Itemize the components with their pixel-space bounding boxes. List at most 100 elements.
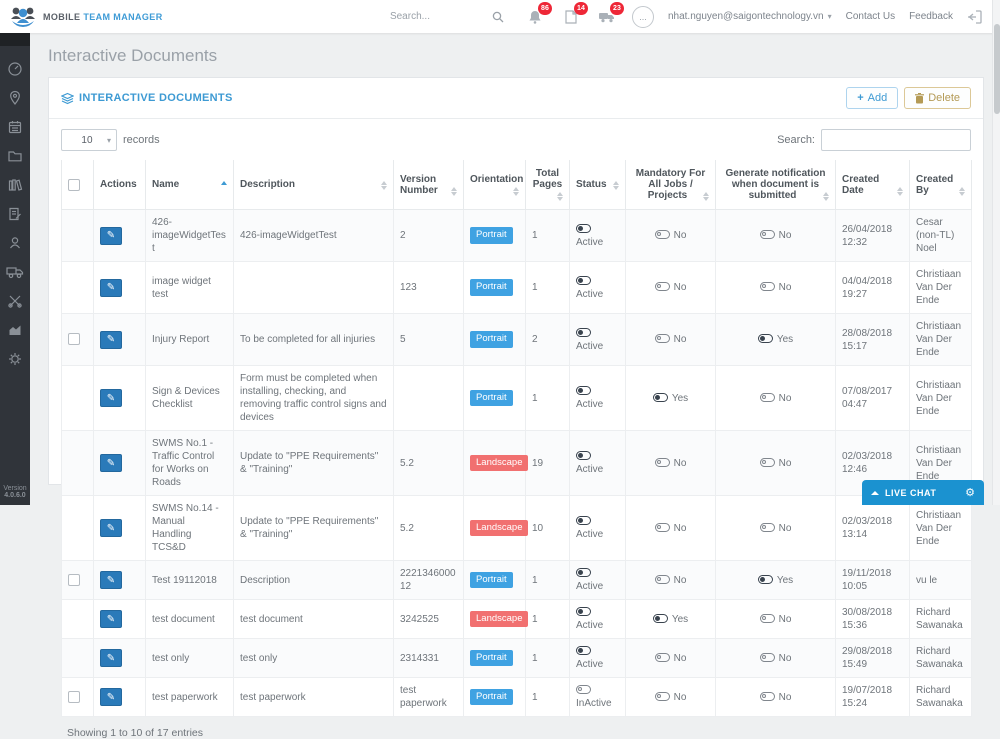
select-all-checkbox-header[interactable]: [62, 160, 94, 210]
column-header-actions[interactable]: Actions: [94, 160, 146, 210]
pages-cell: 2: [526, 314, 570, 366]
documents-notification-button[interactable]: 14: [560, 7, 582, 27]
chat-settings-gear-icon[interactable]: ⚙: [965, 486, 975, 499]
pages-cell: 1: [526, 561, 570, 600]
vertical-scrollbar[interactable]: [992, 0, 1000, 505]
column-header-created-by[interactable]: Created By: [910, 160, 972, 210]
edit-button[interactable]: ✎: [100, 227, 122, 245]
created-by-cell: vu le: [910, 561, 972, 600]
logout-icon[interactable]: [967, 10, 982, 24]
edit-button[interactable]: ✎: [100, 389, 122, 407]
column-header-total-pages[interactable]: Total Pages: [526, 160, 570, 210]
sort-asc-icon: [221, 181, 227, 185]
generate-cell: No: [716, 600, 836, 639]
orientation-cell: Portrait: [464, 678, 526, 717]
created-date-cell: 02/03/2018 13:14: [836, 496, 910, 561]
feedback-link[interactable]: Feedback: [909, 11, 953, 22]
version-cell: [394, 366, 464, 431]
documents-table: ActionsNameDescriptionVersion NumberOrie…: [61, 160, 972, 717]
edit-button[interactable]: ✎: [100, 688, 122, 706]
row-checkbox[interactable]: [68, 574, 80, 586]
mandatory-label: No: [674, 334, 687, 345]
sidebar-item-calendar[interactable]: [0, 112, 30, 141]
notifications-bell-button[interactable]: 86: [524, 7, 546, 27]
description-cell: Update to "PPE Requirements" & "Training…: [234, 431, 394, 496]
mandatory-label: No: [674, 575, 687, 586]
edit-button[interactable]: ✎: [100, 610, 122, 628]
sidebar-item-locations[interactable]: [0, 83, 30, 112]
edit-button[interactable]: ✎: [100, 454, 122, 472]
calendar-icon: [7, 119, 23, 135]
edit-button[interactable]: ✎: [100, 571, 122, 589]
table-row: ✎test paperworktest paperworktest paperw…: [62, 678, 972, 717]
actions-cell: ✎: [94, 366, 146, 431]
row-checkbox-cell: [62, 366, 94, 431]
sidebar-item-contacts[interactable]: [0, 228, 30, 257]
sidebar-item-settings[interactable]: [0, 344, 30, 373]
edit-button[interactable]: ✎: [100, 279, 122, 297]
pages-cell: 1: [526, 210, 570, 262]
sidebar-item-library[interactable]: [0, 170, 30, 199]
status-label: InActive: [576, 698, 612, 709]
table-search-input[interactable]: [821, 129, 971, 151]
toggle-on-icon: [576, 451, 591, 460]
column-header-orientation[interactable]: Orientation: [464, 160, 526, 210]
user-email-label: nhat.nguyen@saigontechnology.vn: [668, 11, 824, 22]
status-label: Active: [576, 581, 603, 592]
created-date-cell: 30/08/2018 15:36: [836, 600, 910, 639]
orientation-cell: Portrait: [464, 366, 526, 431]
search-icon[interactable]: [492, 11, 504, 23]
map-pin-icon: [7, 90, 23, 106]
column-header-name[interactable]: Name: [146, 160, 234, 210]
column-header-description[interactable]: Description: [234, 160, 394, 210]
created-date-cell: 07/08/2017 04:47: [836, 366, 910, 431]
contact-us-link[interactable]: Contact Us: [846, 11, 895, 22]
user-avatar[interactable]: ...: [632, 6, 654, 28]
sidebar-item-reports[interactable]: [0, 315, 30, 344]
row-checkbox[interactable]: [68, 333, 80, 345]
sidebar-item-tools[interactable]: [0, 286, 30, 315]
table-row: ✎Sign & Devices ChecklistForm must be co…: [62, 366, 972, 431]
app-logo[interactable]: MOBILE TEAM MANAGER: [0, 5, 230, 29]
logo-people-icon: [8, 5, 38, 29]
delete-button[interactable]: Delete: [904, 87, 971, 109]
layers-icon: [61, 92, 74, 105]
toggle-on-icon: [576, 328, 591, 337]
chevron-up-icon: [871, 491, 879, 495]
row-checkbox[interactable]: [68, 691, 80, 703]
column-header-mandatory-for-all-jobs-projects[interactable]: Mandatory For All Jobs / Projects: [626, 160, 716, 210]
records-per-page-select[interactable]: 10 ▾: [61, 129, 117, 151]
sidebar-item-dashboard[interactable]: [0, 54, 30, 83]
sidebar-item-folders[interactable]: [0, 141, 30, 170]
mandatory-cell: Yes: [626, 600, 716, 639]
status-cell: Active: [570, 431, 626, 496]
vehicle-notification-button[interactable]: 23: [596, 7, 618, 27]
edit-button[interactable]: ✎: [100, 331, 122, 349]
live-chat-button[interactable]: LIVE CHAT ⚙: [862, 480, 984, 505]
sidebar-item-vehicles[interactable]: [0, 257, 30, 286]
edit-button[interactable]: ✎: [100, 649, 122, 667]
status-label: Active: [576, 399, 603, 410]
add-button[interactable]: + Add: [846, 87, 898, 109]
pages-cell: 1: [526, 262, 570, 314]
orientation-cell: Portrait: [464, 561, 526, 600]
generate-cell: No: [716, 639, 836, 678]
edit-button[interactable]: ✎: [100, 519, 122, 537]
column-header-generate-notification-when-document-is-submitted[interactable]: Generate notification when document is s…: [716, 160, 836, 210]
user-menu[interactable]: nhat.nguyen@saigontechnology.vn ▾: [668, 11, 832, 22]
table-row: ✎test onlytest only2314331Portrait1Activ…: [62, 639, 972, 678]
status-label: Active: [576, 464, 603, 475]
column-header-version-number[interactable]: Version Number: [394, 160, 464, 210]
global-search-input[interactable]: [390, 11, 478, 22]
sort-icon: [613, 181, 619, 190]
name-cell: image widget test: [146, 262, 234, 314]
column-header-status[interactable]: Status: [570, 160, 626, 210]
folder-icon: [7, 148, 23, 164]
table-header-row: ActionsNameDescriptionVersion NumberOrie…: [62, 160, 972, 210]
select-all-checkbox[interactable]: [68, 179, 80, 191]
scrollbar-thumb[interactable]: [994, 24, 1000, 114]
table-row: ✎SWMS No.1 - Traffic Control for Works o…: [62, 431, 972, 496]
sidebar-item-forms[interactable]: [0, 199, 30, 228]
column-header-created-date[interactable]: Created Date: [836, 160, 910, 210]
logo-text: MOBILE TEAM MANAGER: [43, 12, 163, 22]
